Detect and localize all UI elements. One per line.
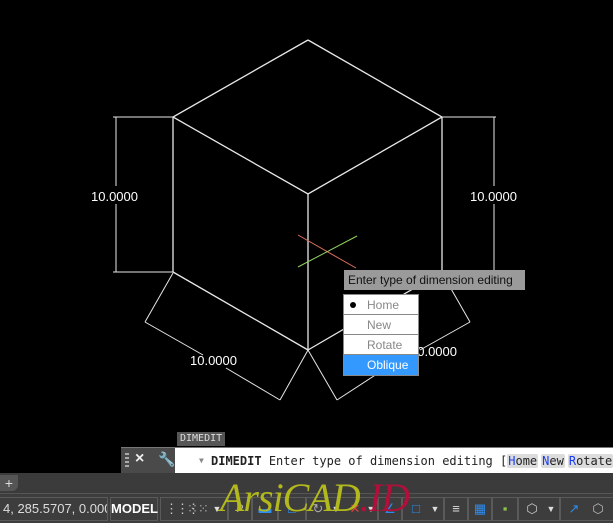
dimension-right-text: 10.0000 [470, 189, 517, 204]
option-home[interactable]: Home [507, 454, 539, 468]
command-line-bar: × 🔧 ▼ DIMEDIT Enter type of dimension ed… [121, 447, 613, 474]
drawing-canvas[interactable]: 10.0000 10.0000 10.0000 10.0000 [0, 0, 613, 522]
transparency-cell: ▦ [468, 497, 492, 521]
drag-grip-icon[interactable] [125, 453, 129, 469]
menu-item-new[interactable]: New [344, 315, 418, 335]
menu-item-rotate[interactable]: Rotate [344, 335, 418, 355]
lineweight-icon[interactable]: ≡ [447, 498, 465, 520]
dynamic-input-cell: ▬ [252, 497, 278, 521]
object-snap-icon[interactable]: □ [407, 498, 425, 520]
option-new[interactable]: New [541, 454, 565, 468]
lineweight-cell: ≡ [444, 497, 468, 521]
recent-commands-dropdown-icon[interactable]: ▼ [199, 448, 204, 474]
object-snap-tracking-icon[interactable]: ∠ [381, 498, 399, 520]
ortho-icon[interactable]: ∟ [283, 498, 301, 520]
object-snap-cell: □ ▼ [402, 497, 444, 521]
command-input[interactable]: ▼ DIMEDIT Enter type of dimension editin… [175, 448, 613, 474]
close-icon[interactable]: × [135, 450, 144, 468]
transparency-icon[interactable]: ▦ [471, 498, 489, 520]
model-space-button[interactable]: MODEL [110, 497, 158, 521]
selection-cycling-icon[interactable]: ▪ [496, 498, 514, 520]
add-layout-tab-button[interactable]: + [0, 475, 18, 491]
dimension-left-text: 10.0000 [91, 189, 138, 204]
polar-dropdown-icon[interactable]: ▼ [329, 498, 343, 520]
coordinates-readout[interactable]: 4, 285.5707, 0.0000 [0, 497, 108, 521]
object-snap-tracking-cell: ∠ [378, 497, 402, 521]
crosshair-cursor [297, 234, 358, 269]
grid-snap-group: ⋮⋮⋮ ⁙⁙ ▼ [160, 497, 228, 521]
iso-dropdown-icon[interactable]: ▼ [365, 498, 377, 520]
infer-constraints-icon[interactable]: P [231, 498, 249, 520]
3d-osnap-cell: ⬡ ▼ [518, 497, 560, 521]
dynamic-input-tooltip: Enter type of dimension editing [344, 270, 525, 290]
option-rotate[interactable]: Rotate [567, 454, 613, 468]
cube-top-face [171, 39, 444, 195]
cube-bottom-left-edge [172, 271, 309, 351]
isometric-drafting-icon[interactable]: ✕ [345, 498, 365, 520]
dynamic-input-menu: Home New Rotate Oblique [343, 294, 419, 376]
wrench-icon[interactable]: 🔧 [158, 451, 175, 468]
layout-tab-bar: + [0, 473, 613, 493]
status-bar: 4, 285.5707, 0.0000 MODEL ⋮⋮⋮ ⁙⁙ ▼ P ▬ ∟… [0, 493, 613, 523]
osnap-dropdown-icon[interactable]: ▼ [429, 498, 441, 520]
menu-item-oblique[interactable]: Oblique [344, 355, 418, 375]
polar-tracking-icon[interactable]: ↻ [309, 498, 327, 520]
dimension-bottom-left-text: 10.0000 [190, 353, 237, 368]
snap-mode-icon[interactable]: ⁙⁙ [187, 498, 209, 520]
selected-bullet-icon [350, 302, 356, 308]
command-name: DIMEDIT [211, 454, 262, 468]
grid-display-icon[interactable]: ⋮⋮⋮ [165, 498, 200, 520]
selection-cycling-cell: ▪ [492, 497, 518, 521]
last-command-tag: DIMEDIT [177, 432, 226, 446]
ucs-group: ↗ ⬡ [560, 497, 613, 521]
command-prompt: DIMEDIT Enter type of dimension editing … [211, 448, 613, 474]
selection-filter-icon[interactable]: ⬡ [589, 498, 607, 520]
drafting-aids-group: ↻ ▼ ✕ ▼ [306, 497, 378, 521]
ortho-cell: ∟ [278, 497, 306, 521]
dropdown-icon[interactable]: ▼ [211, 498, 223, 520]
dynamic-ucs-icon[interactable]: ↗ [565, 498, 583, 520]
infer-constraints-cell: P [228, 497, 252, 521]
dynamic-input-icon[interactable]: ▬ [256, 498, 274, 520]
3d-osnap-dropdown-icon[interactable]: ▼ [545, 498, 557, 520]
menu-item-home[interactable]: Home [344, 295, 418, 315]
3d-osnap-icon[interactable]: ⬡ [523, 498, 541, 520]
command-prompt-text: Enter type of dimension editing [ [268, 454, 508, 468]
